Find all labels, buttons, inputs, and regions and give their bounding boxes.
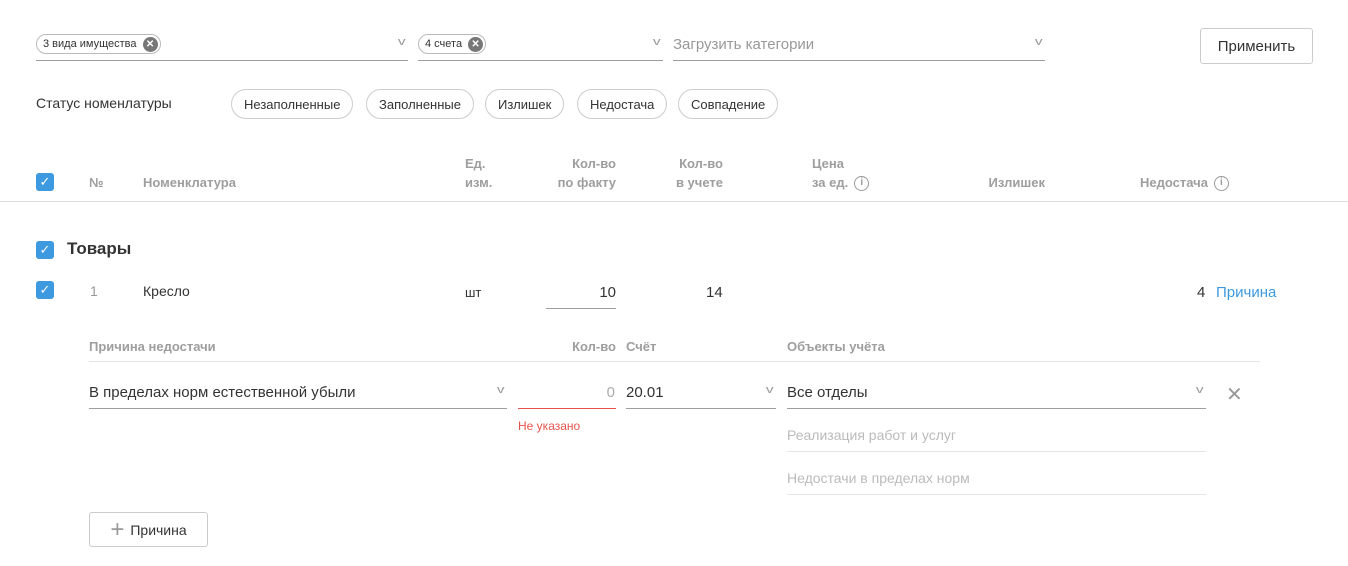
col-num: № xyxy=(89,175,104,190)
chip-filled[interactable]: Заполненные xyxy=(366,89,474,119)
col-shortage: Недостача i xyxy=(1140,173,1229,192)
info-icon[interactable]: i xyxy=(854,176,870,192)
account-select[interactable]: 20.01 v xyxy=(626,376,776,409)
col-surplus: Излишек xyxy=(988,175,1045,190)
status-label: Статус номенлатуры xyxy=(36,95,172,111)
objects-field-2[interactable]: Недостачи в пределах норм xyxy=(787,462,1206,495)
col-reason: Причина недостачи xyxy=(89,339,216,354)
chevron-down-icon: v xyxy=(1195,384,1204,396)
chevron-down-icon: v xyxy=(397,36,406,48)
row-shortage: 4 xyxy=(1197,284,1206,301)
fact-qty-input[interactable]: 10 xyxy=(546,276,616,309)
col-accounted: Кол-во в учете xyxy=(675,156,723,190)
property-type-select[interactable]: 3 вида имущества ✕ v xyxy=(36,28,408,61)
group-checkbox[interactable]: ✓ xyxy=(36,241,54,259)
add-reason-button[interactable]: + Причина xyxy=(89,512,208,547)
chip-match[interactable]: Совпадение xyxy=(678,89,779,119)
chip-unfilled[interactable]: Незаполненные xyxy=(231,89,354,119)
row-name: Кресло xyxy=(143,283,190,299)
row-unit: шт xyxy=(465,285,482,300)
reason-link[interactable]: Причина xyxy=(1216,284,1276,301)
group-title: Товары xyxy=(67,239,132,258)
reason-divider xyxy=(89,361,1260,362)
objects-select[interactable]: Все отделы v xyxy=(787,376,1206,409)
reason-select[interactable]: В пределах норм естественной убыли v xyxy=(89,376,507,409)
info-icon[interactable]: i xyxy=(1213,176,1229,192)
remove-tag-icon[interactable]: ✕ xyxy=(468,36,484,52)
col-account: Счёт xyxy=(626,339,657,354)
property-tag: 3 вида имущества ✕ xyxy=(36,34,161,54)
chevron-down-icon: v xyxy=(496,384,505,396)
col-reason-qty: Кол-во xyxy=(572,339,616,354)
apply-button[interactable]: Применить xyxy=(1200,28,1313,64)
categories-select[interactable]: Загрузить категории v xyxy=(673,28,1045,61)
header-divider xyxy=(0,201,1348,202)
chevron-down-icon: v xyxy=(1034,36,1043,48)
accounts-select[interactable]: 4 счета ✕ v xyxy=(418,28,663,61)
select-all-checkbox[interactable]: ✓ xyxy=(36,173,54,191)
row-checkbox[interactable]: ✓ xyxy=(36,281,54,299)
qty-error: Не указано xyxy=(518,419,581,433)
reason-qty-input[interactable]: 0 xyxy=(518,376,616,409)
chip-surplus[interactable]: Излишек xyxy=(485,89,565,119)
chevron-down-icon: v xyxy=(652,36,661,48)
accounts-tag: 4 счета ✕ xyxy=(418,34,487,54)
plus-icon: + xyxy=(110,515,125,543)
remove-reason-icon[interactable]: ✕ xyxy=(1226,382,1243,407)
remove-tag-icon[interactable]: ✕ xyxy=(142,36,158,52)
chevron-down-icon: v xyxy=(765,384,774,396)
col-unit: Ед. изм. xyxy=(465,156,493,190)
objects-field-1[interactable]: Реализация работ и услуг xyxy=(787,419,1206,452)
row-num: 1 xyxy=(90,283,98,299)
chip-shortage[interactable]: Недостача xyxy=(577,89,668,119)
col-fact: Кол-во по факту xyxy=(557,156,616,190)
col-name: Номенклатура xyxy=(143,175,236,190)
categories-placeholder: Загрузить категории xyxy=(673,35,815,53)
col-price: Цена за ед. i xyxy=(812,154,870,192)
row-accounted: 14 xyxy=(706,284,723,301)
col-objects: Объекты учёта xyxy=(787,339,885,354)
